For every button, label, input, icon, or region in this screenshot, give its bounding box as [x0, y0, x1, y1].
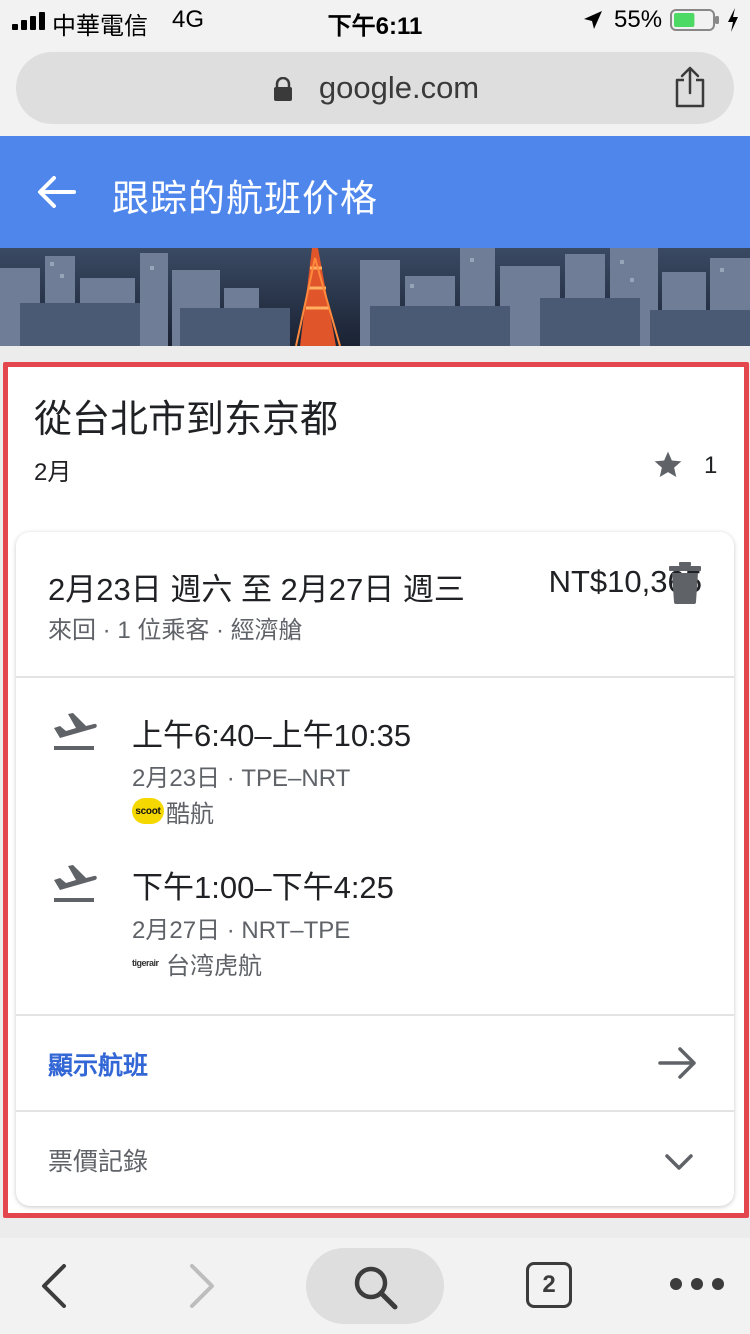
flight-times: 上午6:40–上午10:35: [132, 718, 412, 753]
airline-row: tigerair 台湾虎航: [132, 948, 262, 980]
trip-dates: 2月23日 週六 至 2月27日 週三: [48, 572, 465, 607]
price-history-toggle[interactable]: 票價記錄: [48, 1142, 148, 1178]
trash-icon[interactable]: [668, 562, 702, 604]
star-icon[interactable]: [652, 449, 684, 481]
battery-icon: [670, 9, 719, 31]
address-bar[interactable]: google.com: [16, 52, 734, 124]
browser-url-area: google.com: [0, 42, 750, 136]
trip-card[interactable]: 2月23日 週六 至 2月27日 週三 NT$10,365 來回 · 1 位乘客…: [16, 532, 734, 1206]
airline-name: 酷航: [166, 800, 214, 828]
tigerair-logo-icon: tigerair: [132, 958, 159, 968]
tabs-count-button[interactable]: 2: [526, 1262, 572, 1308]
plane-departure-icon: [54, 713, 97, 750]
browser-back-icon[interactable]: [38, 1262, 70, 1310]
tracked-route-card: 從台北市到东京都 2月 1 2月23日 週六 至 2月27日 週三 NT$10,…: [6, 366, 746, 1214]
route-title: 從台北市到东京都: [34, 399, 339, 441]
browser-forward-icon[interactable]: [186, 1262, 218, 1310]
airline-row: scoot 酷航: [132, 796, 214, 828]
scoot-logo-icon: scoot: [132, 798, 164, 824]
browser-search-button[interactable]: [306, 1248, 444, 1324]
show-flights-link[interactable]: 顯示航班: [48, 1046, 148, 1082]
cityscape-illustration: [0, 248, 750, 346]
chevron-down-icon[interactable]: [664, 1152, 694, 1172]
flight-date-route: 2月23日 · TPE–NRT: [132, 765, 351, 792]
back-arrow-icon[interactable]: [36, 174, 76, 210]
browser-toolbar: 2: [0, 1238, 750, 1334]
url-text: google.com: [318, 70, 480, 105]
divider: [16, 676, 734, 678]
more-options-icon[interactable]: [668, 1276, 726, 1292]
airline-name: 台湾虎航: [166, 952, 262, 980]
show-flights-row[interactable]: 顯示航班: [16, 1016, 734, 1110]
route-month: 2月: [34, 459, 72, 486]
arrow-right-icon[interactable]: [658, 1046, 698, 1080]
flight-times: 下午1:00–下午4:25: [132, 870, 394, 905]
charging-bolt-icon: [728, 8, 738, 32]
plane-departure-icon: [54, 865, 97, 902]
app-header: 跟踪的航班价格: [0, 136, 750, 248]
page-title: 跟踪的航班价格: [112, 178, 378, 219]
search-icon: [354, 1266, 398, 1310]
trip-meta: 來回 · 1 位乘客 · 經濟艙: [48, 617, 303, 644]
star-count: 1: [704, 452, 718, 479]
location-arrow-icon: [584, 11, 602, 29]
battery-percentage: 55%: [614, 6, 663, 33]
flight-date-route: 2月27日 · NRT–TPE: [132, 917, 351, 944]
price-history-row[interactable]: 票價記錄: [16, 1112, 734, 1206]
hero-cityscape-image: [0, 248, 750, 346]
share-icon[interactable]: [672, 66, 708, 108]
status-bar: 中華電信 4G 下午6:11 55%: [0, 0, 750, 42]
